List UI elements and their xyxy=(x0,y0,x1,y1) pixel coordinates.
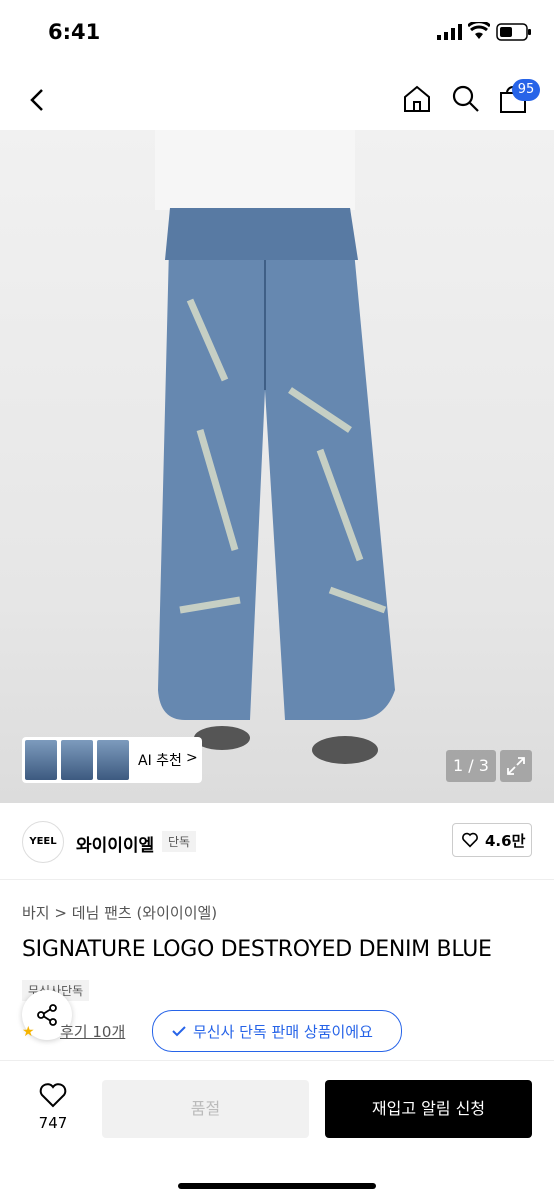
restock-alert-button[interactable]: 재입고 알림 신청 xyxy=(325,1080,532,1138)
exclusive-badge: 단독 xyxy=(162,831,197,852)
cart-count-badge: 95 xyxy=(512,79,540,101)
brand-like-count: 4.6만 xyxy=(485,832,526,850)
brand-name[interactable]: 와이이이엘 xyxy=(76,831,154,856)
battery-icon xyxy=(496,23,531,41)
brand-row: YEEL 와이이이엘 단독 4.6만 xyxy=(0,803,554,880)
ai-recommendation-bar[interactable]: AI 추천 > xyxy=(22,737,202,783)
ai-recommend-label: AI 추천 xyxy=(138,753,182,769)
back-icon[interactable] xyxy=(26,86,50,114)
status-bar: 6:41 xyxy=(0,0,554,66)
expand-button[interactable] xyxy=(500,750,532,782)
search-icon[interactable] xyxy=(451,84,481,114)
review-link[interactable]: 후기 10개 xyxy=(60,1021,125,1042)
home-indicator xyxy=(178,1183,376,1189)
thumbnail-image[interactable] xyxy=(97,740,129,780)
exclusive-sale-pill[interactable]: 무신사 단독 판매 상품이에요 xyxy=(152,1010,402,1052)
signal-icon xyxy=(437,24,462,40)
product-image-gallery[interactable]: AI 추천 > 1 / 3 xyxy=(0,130,554,803)
product-title: SIGNATURE LOGO DESTROYED DENIM BLUE xyxy=(22,937,492,962)
brand-logo[interactable]: YEEL xyxy=(22,821,64,863)
thumbnail-image[interactable] xyxy=(61,740,93,780)
wifi-icon xyxy=(468,22,490,39)
like-count: 747 xyxy=(38,1114,68,1132)
status-time: 6:41 xyxy=(48,20,101,44)
image-pager: 1 / 3 xyxy=(446,750,496,782)
thumbnail-image[interactable] xyxy=(25,740,57,780)
sold-out-button: 품절 xyxy=(102,1080,309,1138)
check-icon xyxy=(172,1026,186,1037)
chevron-right-icon: > xyxy=(186,750,198,766)
heart-icon[interactable] xyxy=(38,1081,68,1109)
breadcrumb[interactable]: 바지 > 데님 팬츠 (와이이이엘) xyxy=(22,902,217,923)
bottom-action-bar: 747 품절 재입고 알림 신청 xyxy=(0,1060,554,1201)
product-image xyxy=(155,130,395,764)
share-icon xyxy=(37,1004,57,1026)
expand-icon xyxy=(507,757,525,775)
brand-like-button[interactable]: 4.6만 xyxy=(452,823,532,857)
top-nav: 95 xyxy=(0,66,554,130)
heart-icon xyxy=(462,832,478,848)
star-icon: ★ xyxy=(22,1024,35,1040)
home-icon[interactable] xyxy=(402,84,432,114)
exclusive-sale-label: 무신사 단독 판매 상품이에요 xyxy=(193,1023,373,1041)
